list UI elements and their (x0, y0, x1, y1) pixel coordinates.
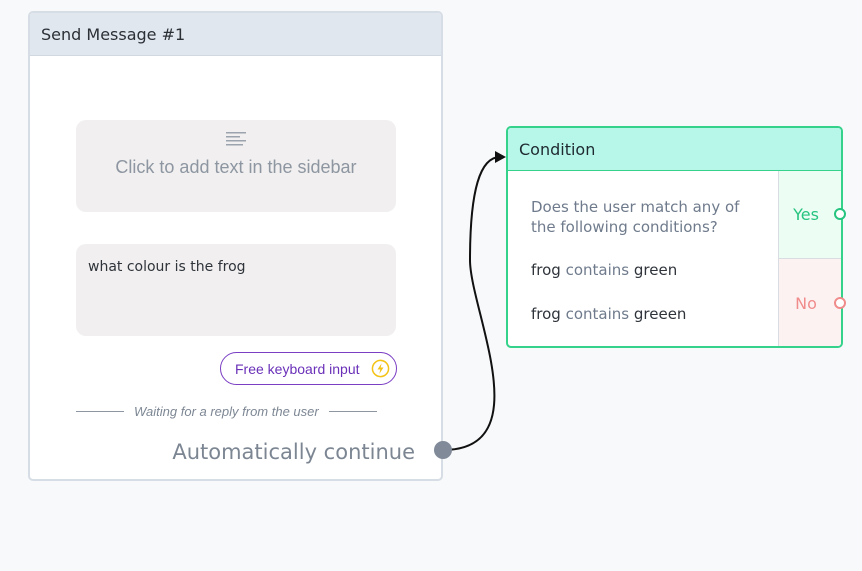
condition-rule: frog contains green (531, 261, 677, 279)
automatically-continue-output-port[interactable] (434, 441, 452, 459)
condition-question: Does the user match any of the following… (531, 198, 740, 236)
outcome-yes[interactable]: Yes (778, 171, 841, 259)
condition-body: Does the user match any of the following… (508, 171, 778, 346)
rule-operator: contains (565, 261, 630, 279)
condition-node-header[interactable]: Condition (508, 128, 841, 171)
no-output-port[interactable] (834, 297, 846, 309)
waiting-for-reply-label: Waiting for a reply from the user (134, 403, 319, 419)
condition-node-title: Condition (519, 139, 596, 159)
message-text: what colour is the frog (88, 259, 246, 275)
send-message-node-title: Send Message #1 (41, 24, 186, 44)
rule-operator: contains (565, 305, 630, 323)
connection-arrowhead (495, 151, 506, 163)
rule-field: frog (531, 261, 561, 279)
rule-value: green (633, 261, 678, 279)
add-text-placeholder[interactable]: Click to add text in the sidebar (76, 120, 396, 212)
free-keyboard-input-button[interactable]: Free keyboard input (220, 352, 397, 385)
outcome-no[interactable]: No (778, 259, 841, 346)
rule-value: greeen (633, 305, 687, 323)
yes-output-port[interactable] (834, 208, 846, 220)
rule-field: frog (531, 305, 561, 323)
message-text-block[interactable]: what colour is the frog (76, 244, 396, 336)
add-text-placeholder-label: Click to add text in the sidebar (115, 157, 357, 177)
text-lines-icon (226, 132, 246, 146)
lightning-bolt-icon (371, 359, 390, 378)
waiting-for-reply-divider: Waiting for a reply from the user (76, 403, 396, 419)
free-keyboard-input-label: Free keyboard input (235, 360, 360, 377)
divider-line-right (328, 410, 377, 412)
outcome-no-label: No (795, 294, 817, 313)
send-message-node-header[interactable]: Send Message #1 (30, 13, 441, 56)
outcome-yes-label: Yes (793, 205, 819, 224)
condition-node[interactable]: Condition Does the user match any of the… (506, 126, 843, 348)
automatically-continue-label: Automatically continue (172, 440, 415, 464)
send-message-node[interactable]: Send Message #1 Click to add text in the… (28, 11, 443, 481)
condition-rule: frog contains greeen (531, 305, 686, 323)
divider-line-left (76, 410, 124, 412)
